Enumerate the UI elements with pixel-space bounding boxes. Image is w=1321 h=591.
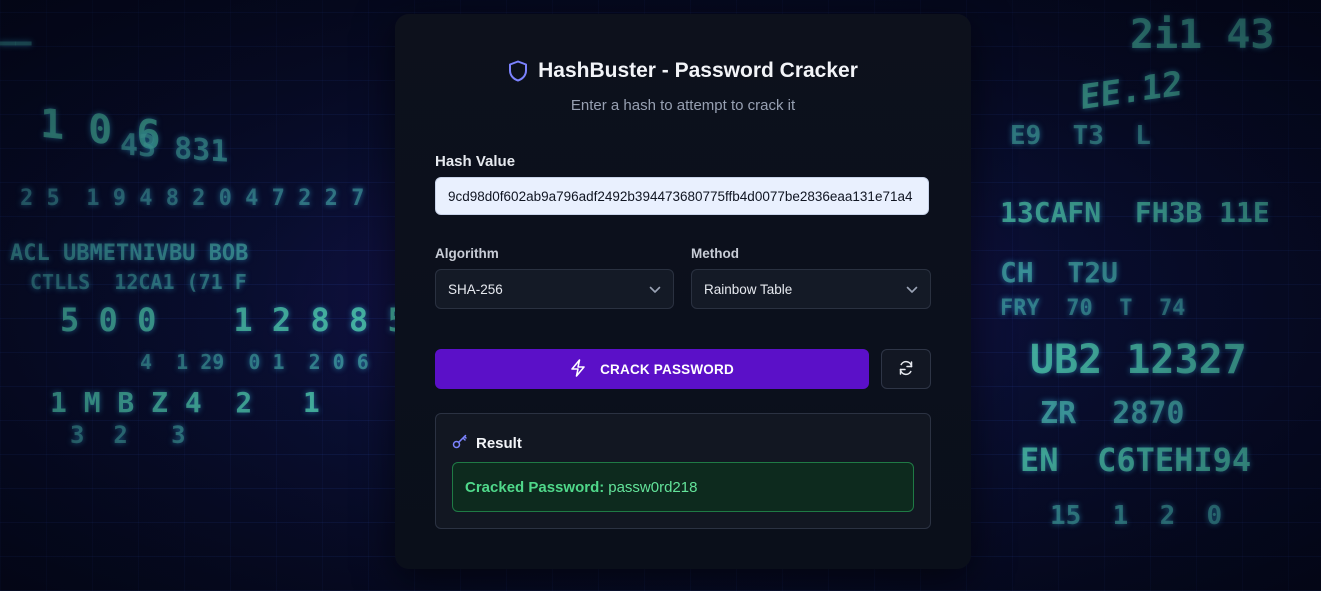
- algorithm-label: Algorithm: [435, 246, 499, 261]
- cracker-card: HashBuster - Password Cracker Enter a ha…: [395, 14, 971, 569]
- cracked-password-box: Cracked Password: passw0rd218: [452, 462, 914, 512]
- algorithm-selected-value: SHA-256: [448, 281, 503, 297]
- page-subtitle: Enter a hash to attempt to crack it: [570, 97, 796, 114]
- cracked-password-label: Cracked Password:: [465, 478, 605, 496]
- chevron-down-icon: [906, 282, 918, 297]
- result-title: Result: [476, 435, 522, 452]
- zap-icon: [570, 358, 586, 380]
- crack-password-button[interactable]: CRACK PASSWORD: [435, 349, 869, 389]
- result-header: Result: [452, 433, 522, 454]
- cracked-password-value: passw0rd218: [608, 478, 698, 496]
- hash-value-label: Hash Value: [435, 153, 516, 170]
- refresh-button[interactable]: [881, 349, 931, 389]
- chevron-down-icon: [649, 282, 661, 297]
- method-select[interactable]: Rainbow Table: [691, 269, 931, 309]
- shield-icon: [508, 60, 528, 82]
- crack-password-label: CRACK PASSWORD: [600, 361, 734, 377]
- hash-value-input[interactable]: [435, 177, 929, 215]
- title-row: HashBuster - Password Cracker: [395, 59, 971, 83]
- method-selected-value: Rainbow Table: [704, 281, 793, 297]
- page-title: HashBuster - Password Cracker: [538, 59, 858, 82]
- key-icon: [452, 433, 468, 454]
- method-label: Method: [691, 246, 739, 261]
- refresh-icon: [898, 360, 914, 379]
- result-panel: Result Cracked Password: passw0rd218: [435, 413, 931, 529]
- algorithm-select[interactable]: SHA-256: [435, 269, 674, 309]
